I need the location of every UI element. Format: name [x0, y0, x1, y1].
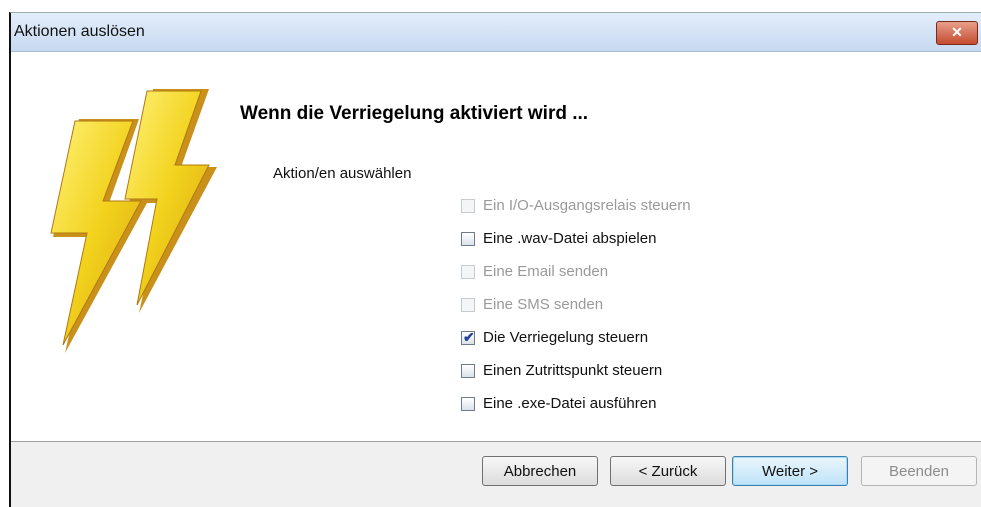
- finish-button[interactable]: Beenden: [861, 456, 977, 486]
- lightning-bolts-icon: [41, 81, 241, 381]
- button-bar: Abbrechen < Zurück Weiter > Beenden: [11, 442, 981, 507]
- next-button[interactable]: Weiter >: [732, 456, 848, 486]
- access-point-label: Einen Zutrittspunkt steuern: [483, 362, 663, 379]
- lock-control-checkbox[interactable]: ✔: [461, 329, 475, 345]
- window-title: Aktionen auslösen: [14, 23, 145, 40]
- email-checkbox[interactable]: [461, 265, 475, 279]
- wav-file-label: Eine .wav-Datei abspielen: [483, 230, 657, 247]
- wav-file-checkbox[interactable]: [461, 232, 475, 246]
- sms-checkbox[interactable]: [461, 298, 475, 312]
- back-button[interactable]: < Zurück: [610, 456, 726, 486]
- access-point-checkbox[interactable]: [461, 364, 475, 378]
- lock-control-label: Die Verriegelung steuern: [483, 329, 649, 346]
- section-label: Aktion/en auswählen: [273, 165, 412, 182]
- dialog-window: Aktionen auslösen ✕ Wenn die Verriegelun…: [9, 12, 981, 507]
- exe-file-label: Eine .exe-Datei ausführen: [483, 395, 657, 412]
- io-relay-label: Ein I/O-Ausgangsrelais steuern: [483, 197, 691, 214]
- cancel-button[interactable]: Abbrechen: [482, 456, 598, 486]
- io-relay-checkbox[interactable]: [461, 199, 475, 213]
- close-button[interactable]: ✕: [936, 21, 978, 45]
- sms-label: Eine SMS senden: [483, 296, 604, 313]
- checkmark-icon: ✔: [463, 329, 475, 345]
- email-label: Eine Email senden: [483, 263, 609, 280]
- title-bar[interactable]: Aktionen auslösen ✕: [11, 13, 981, 52]
- exe-file-checkbox[interactable]: [461, 397, 475, 411]
- page-heading: Wenn die Verriegelung aktiviert wird ...: [240, 103, 589, 124]
